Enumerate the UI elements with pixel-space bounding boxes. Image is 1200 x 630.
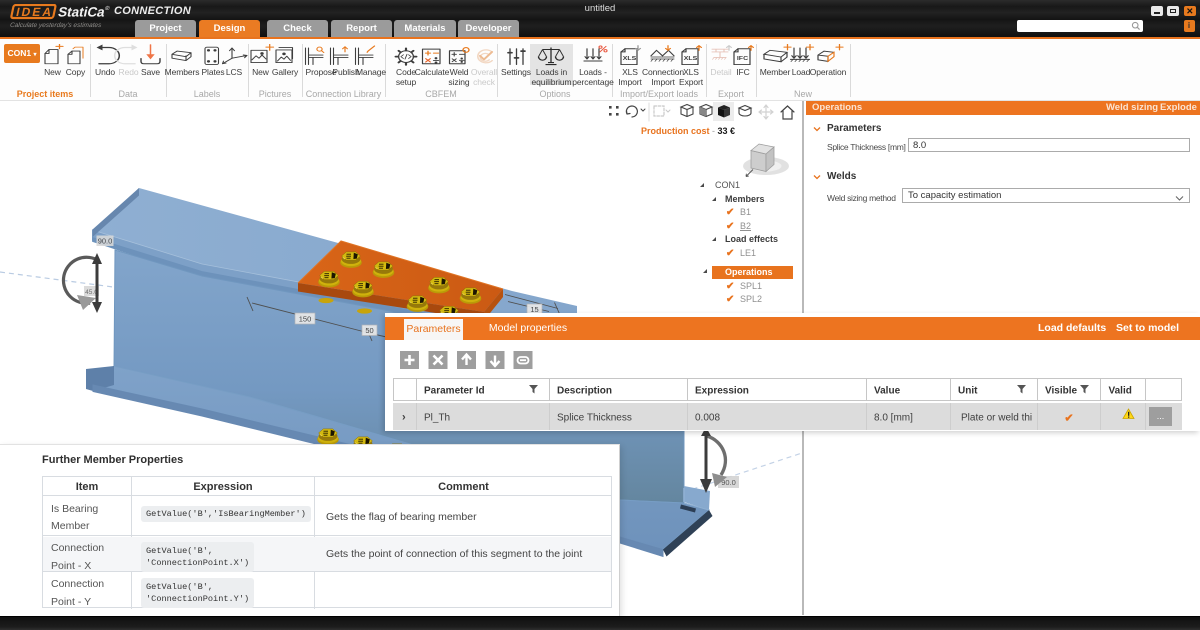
svg-text:Plate or weld thi: Plate or weld thi xyxy=(961,413,1032,424)
svg-text:Description: Description xyxy=(557,386,612,397)
svg-text:90.0: 90.0 xyxy=(98,237,113,246)
svg-text:Expression: Expression xyxy=(695,386,749,397)
svg-text:Value: Value xyxy=(874,386,901,397)
svg-text:Pl_Th: Pl_Th xyxy=(424,413,450,424)
svg-text:...: ... xyxy=(1157,411,1165,421)
svg-text:Visible: Visible xyxy=(1045,386,1077,397)
svg-text:Parameter Id: Parameter Id xyxy=(424,386,485,397)
svg-text:Unit: Unit xyxy=(958,386,978,397)
svg-text:›: › xyxy=(402,412,406,424)
svg-text:150: 150 xyxy=(299,315,312,324)
svg-text:50: 50 xyxy=(365,326,373,335)
svg-text:Valid: Valid xyxy=(1109,386,1132,397)
svg-text:0.008: 0.008 xyxy=(695,413,720,424)
svg-text:✔: ✔ xyxy=(1064,413,1073,425)
svg-text:8.0 [mm]: 8.0 [mm] xyxy=(874,413,913,424)
svg-text:Splice Thickness: Splice Thickness xyxy=(557,413,632,424)
